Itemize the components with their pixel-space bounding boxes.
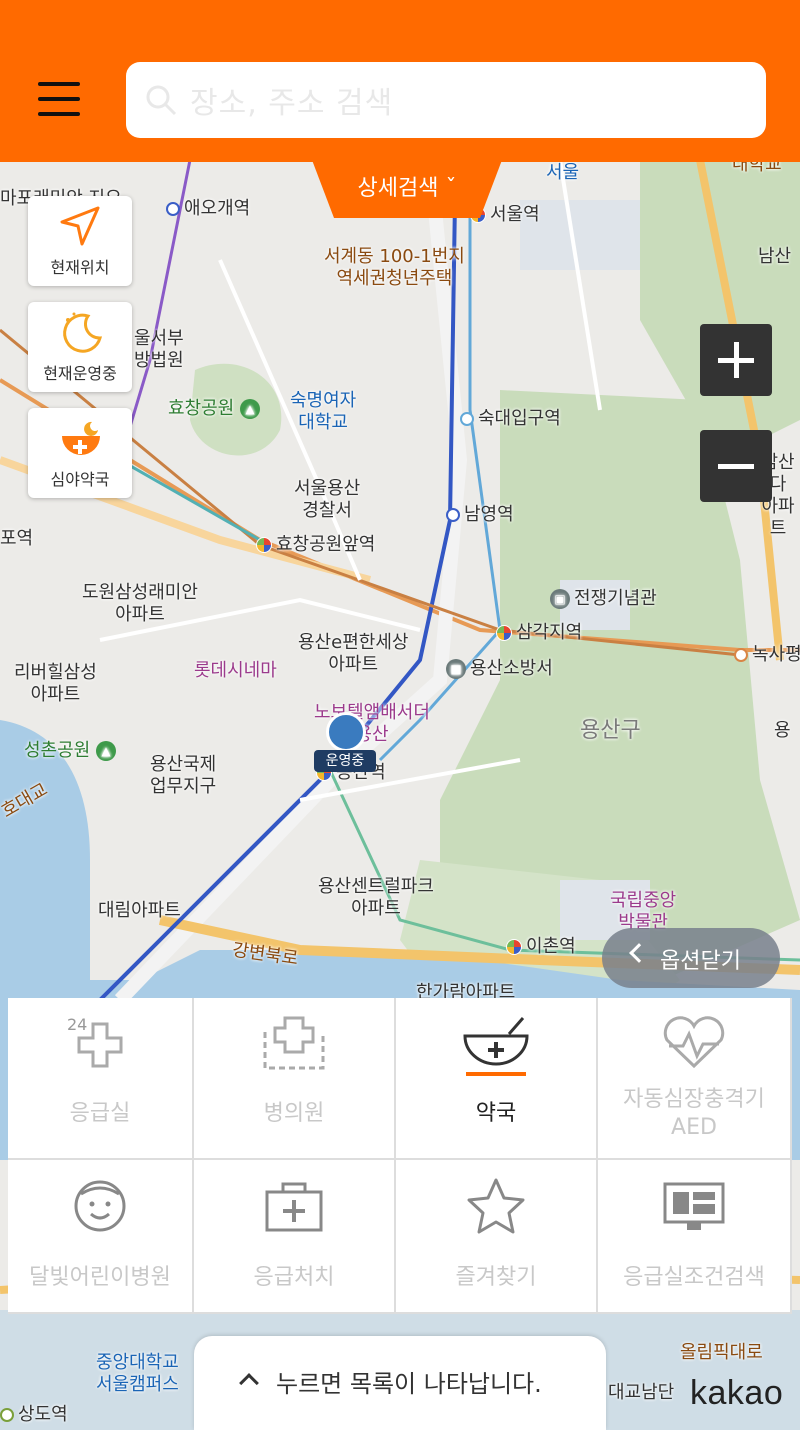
map-label-aeogae[interactable]: 애오개역 — [166, 198, 250, 220]
zoom-in-button[interactable] — [700, 324, 772, 396]
map-label-seongchon-park: 성촌공원 ▲ — [24, 740, 120, 762]
hamburger-menu-icon[interactable] — [36, 80, 84, 120]
map-label-seoul: 서울 — [546, 162, 580, 183]
category-grid: 24 응급실 병의원 약국 자동심장충격기 AED 달빛어린이병원 응급처치 즐… — [8, 998, 792, 1314]
pharmacy-bowl-icon — [463, 1017, 529, 1066]
search-icon — [146, 85, 177, 116]
park-icon: ▲ — [95, 741, 116, 761]
open-now-label: 현재운영중 — [43, 364, 117, 383]
metro-transfer-icon — [256, 537, 272, 553]
map-label-sookmyung: 숙명여자 대학교 — [290, 390, 357, 433]
map-label-hyochang-park: 효창공원 ▲ — [168, 398, 264, 420]
map-label-sangdo[interactable]: 상도역 — [0, 1404, 68, 1426]
map-label-war-memorial: ▣ 전쟁기념관 — [550, 588, 657, 610]
category-label: 자동심장충격기 AED — [623, 1087, 765, 1140]
metro-station-icon — [0, 1408, 14, 1422]
map-label-daerim: 대림아파트 — [98, 900, 181, 921]
category-label: 응급실조건검색 — [623, 1265, 765, 1290]
category-first-aid[interactable]: 응급처치 — [194, 1160, 394, 1312]
category-aed[interactable]: 자동심장충격기 AED — [598, 998, 790, 1158]
heart-pulse-icon — [663, 1016, 725, 1069]
current-location-label: 현재위치 — [50, 258, 110, 277]
svg-text:24: 24 — [67, 1015, 87, 1034]
night-pharmacy-icon — [62, 421, 100, 455]
map-label-hyochang-station[interactable]: 효창공원앞역 — [256, 534, 375, 556]
category-label: 즐겨찾기 — [455, 1265, 537, 1290]
marker-status-tag: 운영중 — [314, 750, 376, 772]
map-label-police: 서울용산 경찰서 — [294, 478, 361, 521]
pharmacy-bowl-icon — [326, 712, 366, 752]
close-options-label: 옵션닫기 — [660, 949, 741, 974]
kakao-logo: kakao — [690, 1374, 784, 1412]
app-header: 장소, 주소 검색 — [0, 0, 800, 162]
map-label-ichon[interactable]: 이촌역 — [506, 936, 576, 958]
open-now-button[interactable]: 현재운영중 — [28, 302, 132, 392]
map-label-daegyo: 대교남단 — [608, 1382, 675, 1403]
detail-search-tab[interactable]: 상세검색 ˇ — [312, 160, 502, 218]
category-favorites[interactable]: 즐겨찾기 — [396, 1160, 596, 1312]
category-hospital[interactable]: 병의원 — [194, 998, 394, 1158]
map-label-samgakji[interactable]: 삼각지역 — [496, 622, 582, 644]
star-icon — [467, 1178, 525, 1234]
map-label-dowon: 도원삼성래미안 아파트 — [82, 582, 198, 625]
late-night-pharmacy-label: 심야약국 — [50, 470, 110, 489]
pharmacy-marker[interactable]: 운영중 — [314, 712, 376, 774]
map-label-noksapyeong[interactable]: 녹사평 — [734, 644, 800, 666]
first-aid-kit-icon — [265, 1182, 323, 1232]
hospital-icon — [263, 1016, 325, 1070]
map-label-namsan: 남산 — [758, 246, 792, 267]
map-label-central-park: 용산센트럴파크 아파트 — [318, 876, 434, 919]
moon-icon — [63, 312, 102, 353]
category-er-condition-search[interactable]: 응급실조건검색 — [598, 1160, 790, 1312]
map-label-namyeong[interactable]: 남영역 — [446, 504, 514, 526]
zoom-out-button[interactable] — [700, 430, 772, 502]
child-face-icon — [74, 1180, 126, 1232]
late-night-pharmacy-button[interactable]: 심야약국 — [28, 408, 132, 498]
location-arrow-icon — [60, 206, 100, 246]
map-label-university-top: 대학교 — [732, 160, 782, 175]
map-label-court: 울서부 방법원 — [134, 328, 184, 371]
category-pharmacy[interactable]: 약국 — [396, 998, 596, 1158]
museum-icon: ▣ — [550, 589, 570, 609]
show-list-toggle[interactable]: 누르면 목록이 나타납니다. — [194, 1336, 606, 1430]
map-label-yongsan-e: 용산e편한세상 아파트 — [298, 632, 409, 675]
category-label: 응급처치 — [253, 1265, 335, 1290]
map-label-podo: 포역 — [0, 528, 34, 549]
map-label-olympic: 올림픽대로 — [680, 1342, 763, 1363]
category-emergency-room[interactable]: 24 응급실 — [8, 998, 192, 1158]
category-label: 약국 — [475, 1101, 517, 1126]
map-label-seogye: 서계동 100-1번지 역세권청년주택 — [324, 246, 465, 289]
category-label: 응급실 — [69, 1101, 131, 1126]
metro-station-icon — [166, 202, 180, 216]
fire-truck-icon: ■ — [446, 659, 466, 679]
close-options-button[interactable]: 옵션닫기 — [602, 928, 780, 988]
search-placeholder: 장소, 주소 검색 — [190, 86, 394, 121]
category-moonlight-children-hospital[interactable]: 달빛어린이병원 — [8, 1160, 192, 1312]
metro-transfer-icon — [496, 625, 512, 641]
active-underline — [466, 1072, 526, 1076]
metro-station-icon — [460, 412, 474, 426]
monitor-icon — [663, 1182, 725, 1230]
map-label-lotte-cinema: 롯데시네마 — [194, 660, 277, 681]
map-label-yong: 용 — [774, 720, 791, 741]
park-icon: ▲ — [239, 399, 260, 419]
map-label-yongsan-gu: 용산구 — [580, 718, 641, 743]
detail-search-label: 상세검색 ˇ — [357, 176, 457, 201]
map-label-chung-ang: 중앙대학교 서울캠퍼스 — [96, 1352, 179, 1395]
search-input[interactable]: 장소, 주소 검색 — [126, 62, 766, 138]
metro-station-icon — [734, 648, 748, 662]
metro-station-icon — [446, 508, 460, 522]
category-label: 달빛어린이병원 — [29, 1265, 171, 1290]
chevron-up-icon — [239, 1373, 259, 1393]
category-label: 병의원 — [263, 1101, 325, 1126]
map-label-fire-station: ■ 용산소방서 — [446, 658, 553, 680]
show-list-label: 누르면 목록이 나타납니다. — [276, 1370, 542, 1398]
emergency-24-icon: 24 — [67, 1015, 123, 1068]
chevron-left-icon — [629, 943, 649, 963]
current-location-button[interactable]: 현재위치 — [28, 196, 132, 286]
metro-transfer-icon — [506, 939, 522, 955]
map-label-intl-business: 용산국제 업무지구 — [150, 754, 217, 797]
map-label-riverhill: 리버힐삼성 아파트 — [14, 662, 97, 705]
map-label-sookdae[interactable]: 숙대입구역 — [460, 408, 561, 430]
